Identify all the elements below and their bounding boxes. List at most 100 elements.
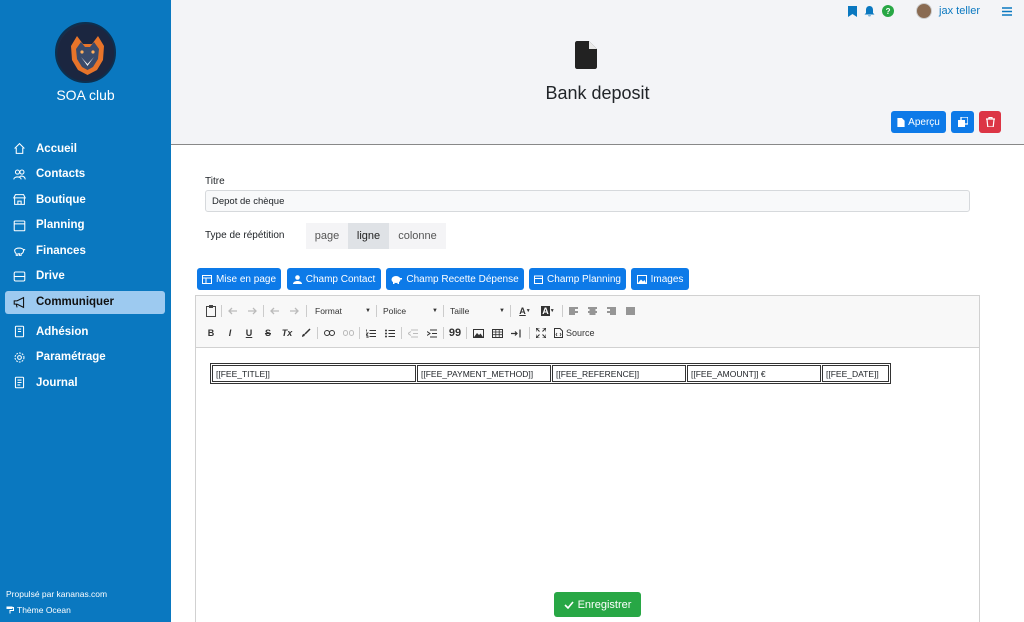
image-icon: [636, 274, 647, 284]
repeat-option-colonne[interactable]: colonne: [389, 223, 446, 249]
file-icon: [575, 41, 597, 69]
align-center-icon[interactable]: [586, 304, 598, 318]
club-logo[interactable]: [55, 22, 116, 83]
brush-icon[interactable]: [300, 326, 312, 340]
sidebar-item-label: Contacts: [36, 168, 86, 181]
table-icon[interactable]: [491, 326, 503, 340]
images-button-label: Images: [650, 273, 684, 285]
sidebar-item-journal[interactable]: Journal: [5, 371, 165, 394]
bookmark-icon[interactable]: [848, 5, 858, 17]
drive-icon: [13, 271, 26, 282]
align-justify-icon[interactable]: [624, 304, 636, 318]
preview-button[interactable]: Aperçu: [891, 111, 946, 133]
gear-icon: [14, 352, 25, 363]
planning-field-button[interactable]: Champ Planning: [529, 268, 626, 290]
sidebar-item-boutique[interactable]: Boutique: [5, 188, 165, 211]
table-cell[interactable]: [[FEE_REFERENCE]]: [552, 365, 686, 382]
preview-button-label: Aperçu: [908, 116, 940, 128]
text-color-button[interactable]: A ▼: [516, 304, 534, 318]
id-card-icon: [14, 325, 25, 338]
income-expense-field-button-label: Champ Recette Dépense: [406, 273, 519, 285]
redo-icon[interactable]: [288, 304, 300, 318]
merge-fields-table[interactable]: [[FEE_TITLE]] [[FEE_PAYMENT_METHOD]] [[F…: [210, 363, 891, 384]
menu-icon[interactable]: [1002, 6, 1012, 16]
theme-label: Thème Ocean: [17, 605, 71, 615]
sidebar: SOA club Accueil Contacts Boutique Plann…: [0, 0, 171, 622]
journal-icon: [14, 377, 25, 389]
sidebar-item-drive[interactable]: Drive: [5, 265, 165, 288]
sidebar-item-label: Planning: [36, 219, 85, 232]
sidebar-item-parametrage[interactable]: Paramétrage: [5, 346, 165, 369]
underline-button[interactable]: U: [243, 326, 255, 340]
repeat-option-ligne[interactable]: ligne: [348, 223, 389, 249]
bullet-list-icon[interactable]: [384, 326, 396, 340]
repeat-option-page[interactable]: page: [306, 223, 348, 249]
link-icon[interactable]: [323, 326, 335, 340]
remove-format-button[interactable]: Tx: [281, 326, 293, 340]
table-cell[interactable]: [[FEE_PAYMENT_METHOD]]: [417, 365, 551, 382]
sidebar-item-communiquer[interactable]: Communiquer: [5, 290, 165, 314]
contact-field-button[interactable]: Champ Contact: [287, 268, 381, 290]
help-icon[interactable]: ?: [882, 5, 895, 17]
bold-button[interactable]: B: [205, 326, 217, 340]
sidebar-item-planning[interactable]: Planning: [5, 214, 165, 237]
table-cell[interactable]: [[FEE_DATE]]: [822, 365, 889, 382]
trash-icon: [985, 117, 995, 127]
images-button[interactable]: Images: [631, 268, 689, 290]
powered-by-link[interactable]: Propulsé par kananas.com: [6, 589, 107, 599]
insert-block-icon[interactable]: [510, 326, 522, 340]
sidebar-item-contacts[interactable]: Contacts: [5, 163, 165, 186]
indent-icon[interactable]: [426, 326, 438, 340]
sidebar-item-accueil[interactable]: Accueil: [5, 137, 165, 160]
sidebar-item-label: Paramétrage: [36, 351, 106, 364]
strikethrough-button[interactable]: S: [262, 326, 274, 340]
sidebar-item-label: Finances: [36, 244, 86, 257]
layout-button-label: Mise en page: [215, 273, 277, 285]
source-label: Source: [566, 328, 595, 338]
italic-button[interactable]: I: [224, 326, 236, 340]
check-icon: [564, 600, 574, 609]
bell-icon[interactable]: [864, 5, 875, 17]
home-icon: [14, 142, 25, 154]
layout-button[interactable]: Mise en page: [197, 268, 281, 290]
format-dropdown[interactable]: Format ▼: [315, 304, 371, 318]
paint-roller-icon: [6, 606, 14, 614]
title-input[interactable]: Depot de chèque: [205, 190, 970, 212]
source-button[interactable]: Source: [554, 326, 600, 340]
avatar[interactable]: [916, 3, 933, 19]
size-dropdown[interactable]: Taille ▼: [450, 304, 505, 318]
table-cell[interactable]: [[FEE_AMOUNT]] €: [687, 365, 821, 382]
shop-icon: [13, 194, 26, 206]
blockquote-button[interactable]: 99: [449, 326, 461, 340]
undo-icon[interactable]: [269, 304, 281, 318]
save-button[interactable]: Enregistrer: [554, 592, 641, 617]
image-icon[interactable]: [472, 326, 484, 340]
unlink-icon[interactable]: [342, 326, 354, 340]
outdent-icon[interactable]: [407, 326, 419, 340]
duplicate-button[interactable]: [951, 111, 974, 133]
page-title: Bank deposit: [545, 83, 650, 103]
repeat-type-label: Type de répétition: [205, 230, 285, 241]
theme-link[interactable]: Thème Ocean: [6, 605, 71, 615]
background-color-label: A: [541, 306, 550, 316]
paste-icon[interactable]: [205, 304, 217, 318]
delete-button[interactable]: [979, 111, 1001, 133]
sidebar-item-adhesion[interactable]: Adhésion: [5, 320, 165, 343]
income-expense-field-button[interactable]: Champ Recette Dépense: [386, 268, 524, 290]
font-label: Police: [383, 306, 407, 316]
font-dropdown[interactable]: Police ▼: [383, 304, 438, 318]
table-row: [[FEE_TITLE]] [[FEE_PAYMENT_METHOD]] [[F…: [212, 365, 889, 382]
table-cell[interactable]: [[FEE_TITLE]]: [212, 365, 416, 382]
maximize-icon[interactable]: [535, 326, 547, 340]
background-color-button[interactable]: A ▼: [539, 304, 557, 318]
align-right-icon[interactable]: [605, 304, 617, 318]
planning-field-button-label: Champ Planning: [547, 273, 621, 285]
sidebar-item-label: Accueil: [36, 142, 77, 155]
sidebar-item-finances[interactable]: Finances: [5, 239, 165, 262]
numbered-list-icon[interactable]: [365, 326, 377, 340]
align-left-icon[interactable]: [567, 304, 579, 318]
format-label: Format: [315, 306, 342, 316]
redo-icon[interactable]: [246, 304, 258, 318]
user-name[interactable]: jax teller: [939, 5, 980, 17]
undo-icon[interactable]: [227, 304, 239, 318]
